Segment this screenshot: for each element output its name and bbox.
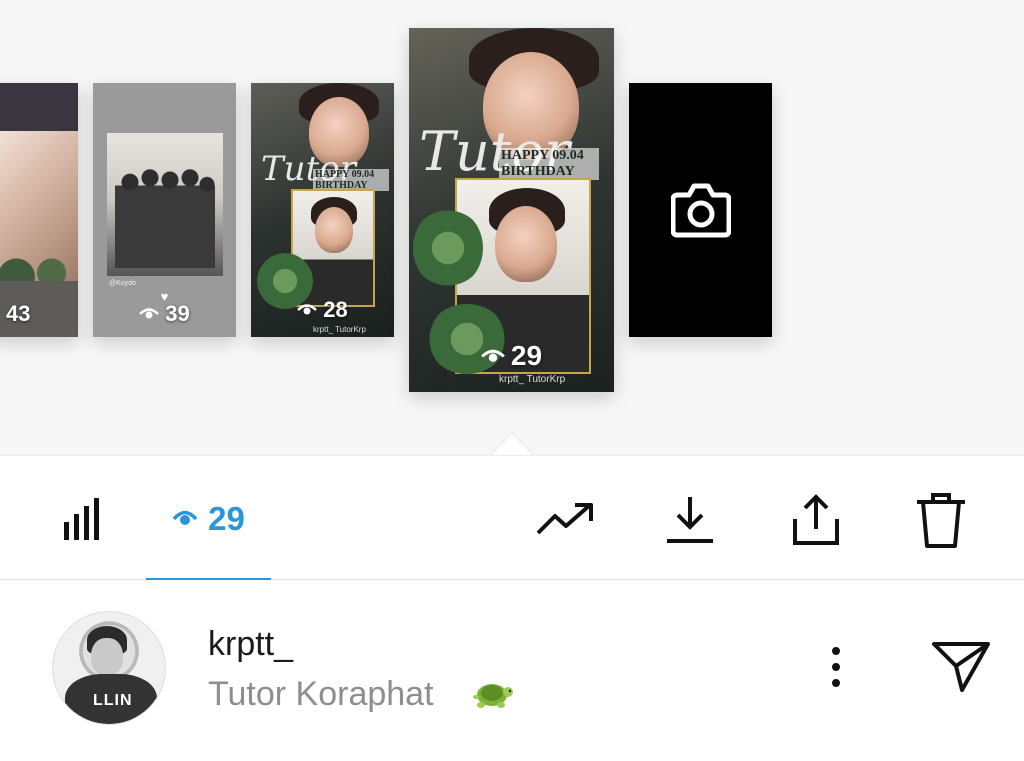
eye-icon: [297, 304, 318, 315]
add-story-button[interactable]: [629, 83, 772, 337]
send-icon[interactable]: [928, 636, 994, 696]
share-button[interactable]: [788, 492, 844, 550]
poster-leaves: [413, 208, 483, 288]
story-view-count: 39: [93, 301, 236, 327]
story-thumbnail-3[interactable]: Tutor HAPPY 09.04 BIRTHDAY krptt_ TutorK…: [251, 83, 394, 337]
group-photo: [115, 158, 215, 268]
avatar-shirt-text: LLIN: [93, 692, 133, 709]
poster-banner: HAPPY 09.04 BIRTHDAY: [499, 148, 599, 180]
frame-face: [315, 207, 353, 253]
view-count-text: 29: [510, 340, 543, 371]
story-thumbnail-1[interactable]: 43: [0, 83, 78, 337]
viewers-tab[interactable]: 29: [146, 456, 271, 581]
frame-face: [495, 206, 557, 282]
story-thumbnail-2[interactable]: @Koydo ♥ 39: [93, 83, 236, 337]
camera-icon: [671, 183, 731, 238]
story-carousel[interactable]: 43 @Koydo ♥ 39 Tutor HAPPY 09.04 BIRTHDA…: [0, 0, 1024, 455]
eye-icon: [481, 349, 505, 362]
poster-credit: krptt_ TutorKrp: [499, 374, 566, 385]
viewer-username[interactable]: krptt_: [208, 625, 293, 664]
story-toolbar: 29: [0, 455, 1024, 581]
turtle-emoji-icon: [473, 684, 513, 708]
story-view-count: 29: [409, 340, 614, 372]
viewers-count: 29: [208, 499, 245, 537]
download-icon: [667, 497, 713, 543]
viewer-row[interactable]: LLIN krptt_ Tutor Koraphat: [0, 580, 1024, 761]
trending-icon: [536, 503, 593, 535]
view-count-text: 39: [165, 301, 190, 326]
story-thumbnail-4-selected[interactable]: Tutor HAPPY 09.04 BIRTHDAY krptt_ TutorK…: [409, 28, 614, 392]
more-vertical-icon[interactable]: [822, 644, 850, 690]
poster-banner: HAPPY 09.04 BIRTHDAY: [313, 169, 389, 191]
selection-pointer: [485, 428, 539, 455]
delete-button[interactable]: [912, 490, 970, 550]
insights-button[interactable]: [58, 494, 108, 544]
poster-credit: krptt_ TutorKrp: [313, 325, 366, 334]
story-view-count: 43: [0, 301, 78, 327]
viewer-full-name: Tutor Koraphat: [208, 675, 434, 713]
story-view-count: 28: [251, 297, 394, 323]
story-caption: @Koydo: [109, 280, 136, 287]
download-button[interactable]: [662, 492, 718, 548]
bar-chart-icon: [64, 498, 99, 540]
share-icon: [793, 494, 839, 545]
avatar-head: [91, 638, 123, 676]
story-image: [107, 133, 223, 276]
eye-icon: [139, 308, 160, 319]
view-count-text: 28: [323, 297, 348, 322]
eye-icon: [172, 510, 198, 525]
trash-icon: [917, 493, 965, 548]
avatar[interactable]: LLIN: [52, 611, 166, 725]
view-count-text: 43: [6, 301, 31, 326]
promote-button[interactable]: [534, 494, 596, 544]
